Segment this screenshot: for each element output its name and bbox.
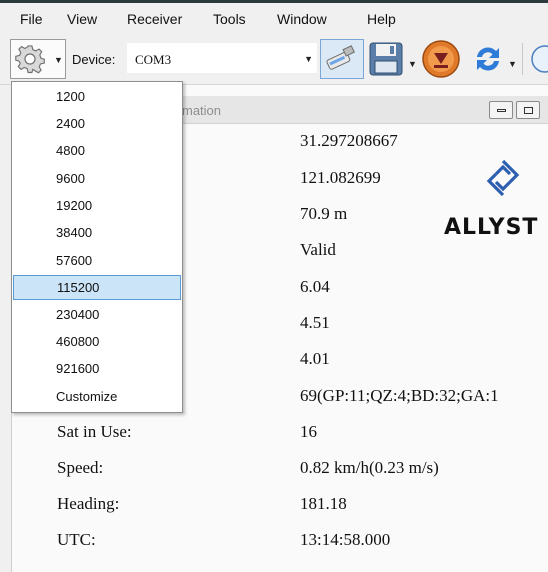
chevron-down-icon[interactable]: ▼ [508,59,517,69]
menu-tools[interactable]: Tools [213,11,246,27]
menu-item-9600[interactable]: 9600 [13,166,181,191]
longitude-value: 121.082699 [300,168,381,187]
heading-label: Heading: [57,494,120,513]
altitude-value: 70.9 m [300,204,348,223]
logo-text: ALLYST [444,215,539,240]
fix-status-value: Valid [300,240,336,259]
device-label: Device: [72,52,116,67]
speed-value: 0.82 km/h(0.23 m/s) [300,458,439,477]
save-disk-icon[interactable] [368,41,404,77]
menu-item-38400[interactable]: 38400 [13,220,181,245]
menu-item-19200[interactable]: 19200 [13,193,181,218]
menu-file[interactable]: File [20,11,43,27]
menu-item-2400[interactable]: 2400 [13,111,181,136]
menu-item-customize[interactable]: Customize [13,384,181,409]
connect-usb-button[interactable] [320,39,364,79]
toolbar-separator [522,43,523,75]
utc-label: UTC: [57,530,96,549]
menu-item-921600[interactable]: 921600 [13,356,181,381]
menu-item-460800[interactable]: 460800 [13,329,181,354]
restore-icon [524,107,533,114]
vdop-value: 4.01 [300,349,330,368]
baud-rate-menu: 1200 2400 4800 9600 19200 38400 57600 11… [11,81,183,413]
download-icon[interactable] [421,39,461,79]
menu-receiver[interactable]: Receiver [127,11,182,27]
toolbar: ▼ Device: COM3 ▼ ▼ ▼ [0,33,548,85]
menu-window[interactable]: Window [277,11,327,27]
menu-bar: File View Receiver Tools Window Help [0,0,548,33]
gear-icon [15,45,45,74]
pdop-value: 6.04 [300,277,330,296]
menu-item-1200[interactable]: 1200 [13,84,181,109]
chevron-down-icon: ▼ [304,54,313,64]
restore-button[interactable] [516,101,540,119]
refresh-icon[interactable] [471,42,505,76]
panel-title: mation [182,103,222,118]
menu-view[interactable]: View [67,11,97,27]
sat-in-use-value: 16 [300,422,317,441]
sat-in-view-value: 69(GP:11;QZ:4;BD:32;GA:1 [300,386,499,405]
menu-item-115200[interactable]: 115200 [13,275,181,300]
baud-settings-button[interactable]: ▼ [10,39,66,79]
allystar-logo-icon [486,159,520,197]
hdop-value: 4.51 [300,313,330,332]
minimize-button[interactable] [489,101,513,119]
menu-item-57600[interactable]: 57600 [13,248,181,273]
usb-icon [326,45,355,70]
latitude-value: 31.297208667 [300,131,398,150]
menu-help[interactable]: Help [367,11,396,27]
device-select[interactable]: COM3 ▼ [127,43,317,73]
sat-in-use-label: Sat in Use: [57,422,132,441]
device-value: COM3 [135,52,172,67]
heading-value: 181.18 [300,494,347,513]
minimize-icon [497,109,506,112]
utc-value: 13:14:58.000 [300,530,391,549]
globe-icon[interactable] [530,44,548,74]
chevron-down-icon[interactable]: ▼ [408,59,417,69]
speed-label: Speed: [57,458,104,477]
menu-item-230400[interactable]: 230400 [13,302,181,327]
menu-item-4800[interactable]: 4800 [13,138,181,163]
chevron-down-icon: ▼ [54,55,63,65]
